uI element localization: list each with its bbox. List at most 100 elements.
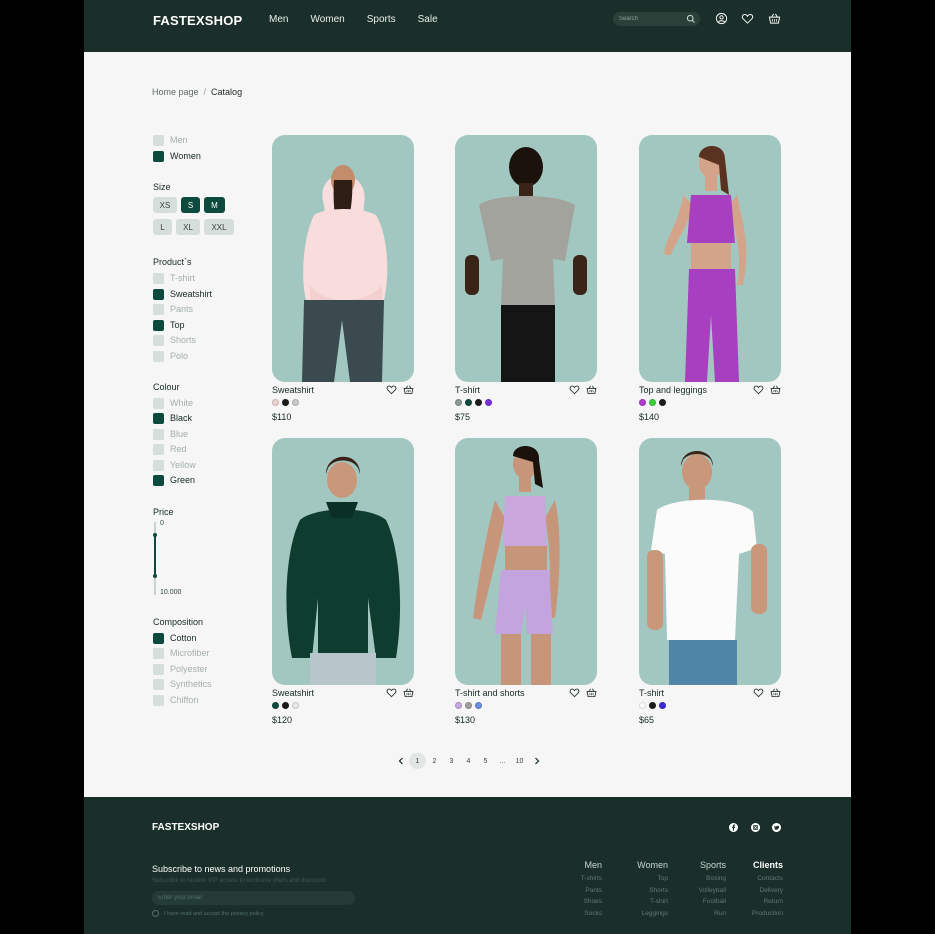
colour-swatch[interactable] [659,702,666,709]
colour-swatch[interactable] [292,702,299,709]
colour-swatch[interactable] [465,702,472,709]
filter-composition-microfiber[interactable]: Microfiber [153,646,210,660]
colour-swatch[interactable] [475,399,482,406]
filter-composition-polyester[interactable]: Polyester [153,662,208,676]
footer-link[interactable]: T-shirts [581,873,602,885]
price-min-handle[interactable] [153,533,157,537]
checkbox[interactable] [153,288,164,300]
checkbox[interactable] [153,663,164,675]
checkbox[interactable] [153,134,164,146]
heart-icon[interactable] [741,12,754,25]
checkbox[interactable] [153,678,164,690]
product-name[interactable]: Sweatshirt [272,688,314,698]
nav-item-women[interactable]: Women [310,14,344,25]
filter-product-shorts[interactable]: Shorts [153,333,196,347]
colour-swatch[interactable] [455,399,462,406]
nav-item-sports[interactable]: Sports [367,14,396,25]
footer-link[interactable]: Return [752,896,783,908]
product-photo[interactable] [455,135,597,382]
colour-swatch[interactable] [292,399,299,406]
footer-column-title[interactable]: Men [581,860,602,870]
filter-colour-blue[interactable]: Blue [153,427,188,441]
filter-gender-men[interactable]: Men [153,133,188,147]
footer-link[interactable]: Shorts [637,885,668,897]
filter-colour-black[interactable]: Black [153,411,192,425]
search-input[interactable] [619,13,685,25]
checkbox[interactable] [153,303,164,315]
size-m-button[interactable]: M [204,197,225,213]
colour-swatch[interactable] [639,399,646,406]
product-card[interactable]: Top and leggings $140 [639,135,784,435]
product-card[interactable]: T-shirt and shorts $130 [455,438,600,738]
nav-item-sale[interactable]: Sale [418,14,438,25]
product-name[interactable]: T-shirt and shorts [455,688,525,698]
checkbox[interactable] [153,350,164,362]
page-10-button[interactable]: 10 [511,753,528,769]
product-card[interactable]: T-shirt $75 [455,135,600,435]
checkbox[interactable] [153,150,164,162]
checkbox[interactable] [153,412,164,424]
product-card[interactable]: Sweatshirt $110 [272,135,417,435]
instagram-icon[interactable] [751,823,760,832]
footer-link[interactable]: Run [699,908,726,920]
breadcrumb-home[interactable]: Home page [152,87,199,97]
basket-icon[interactable] [586,687,597,698]
filter-product-polo[interactable]: Polo [153,349,188,363]
colour-swatch[interactable] [272,702,279,709]
size-xs-button[interactable]: XS [153,197,177,213]
filter-composition-chiffon[interactable]: Chiffon [153,693,198,707]
prev-page-button[interactable] [392,753,409,769]
product-photo[interactable] [455,438,597,685]
filter-product-sweatshirt[interactable]: Sweatshirt [153,287,212,301]
colour-swatch[interactable] [455,702,462,709]
product-name[interactable]: Top and leggings [639,385,707,395]
checkbox[interactable] [153,319,164,331]
size-xl-button[interactable]: XL [176,219,200,235]
colour-swatch[interactable] [282,399,289,406]
checkbox[interactable] [153,428,164,440]
facebook-icon[interactable] [729,823,738,832]
user-icon[interactable] [715,12,728,25]
filter-gender-women[interactable]: Women [153,149,201,163]
footer-column-title[interactable]: Sports [699,860,726,870]
checkbox[interactable] [153,397,164,409]
colour-swatch[interactable] [639,702,646,709]
footer-link[interactable]: T-shirt [637,896,668,908]
footer-link[interactable]: Football [699,896,726,908]
filter-product-tshirt[interactable]: T-shirt [153,271,195,285]
checkbox[interactable] [153,334,164,346]
basket-icon[interactable] [770,687,781,698]
colour-swatch[interactable] [649,399,656,406]
checkbox[interactable] [153,694,164,706]
basket-icon[interactable] [586,384,597,395]
filter-colour-green[interactable]: Green [153,473,195,487]
heart-icon[interactable] [386,687,397,698]
checkbox[interactable] [153,459,164,471]
size-s-button[interactable]: S [181,197,200,213]
checkbox[interactable] [153,272,164,284]
filter-product-top[interactable]: Top [153,318,185,332]
page-2-button[interactable]: 2 [426,753,443,769]
page-4-button[interactable]: 4 [460,753,477,769]
colour-swatch[interactable] [485,399,492,406]
product-name[interactable]: Sweatshirt [272,385,314,395]
basket-icon[interactable] [768,12,781,25]
footer-logo[interactable]: FASTEXSHOP [152,822,219,833]
next-page-button[interactable] [528,753,545,769]
search-icon[interactable] [686,14,696,24]
heart-icon[interactable] [569,384,580,395]
basket-icon[interactable] [403,687,414,698]
checkbox[interactable] [153,632,164,644]
product-card[interactable]: T-shirt $65 [639,438,784,738]
footer-link[interactable]: Boxing [699,873,726,885]
product-card[interactable]: Sweatshirt $120 [272,438,417,738]
product-photo[interactable] [639,438,781,685]
colour-swatch[interactable] [659,399,666,406]
checkbox[interactable] [153,443,164,455]
basket-icon[interactable] [770,384,781,395]
colour-swatch[interactable] [475,702,482,709]
product-name[interactable]: T-shirt [455,385,480,395]
basket-icon[interactable] [403,384,414,395]
product-photo[interactable] [272,135,414,382]
footer-link[interactable]: Top [637,873,668,885]
